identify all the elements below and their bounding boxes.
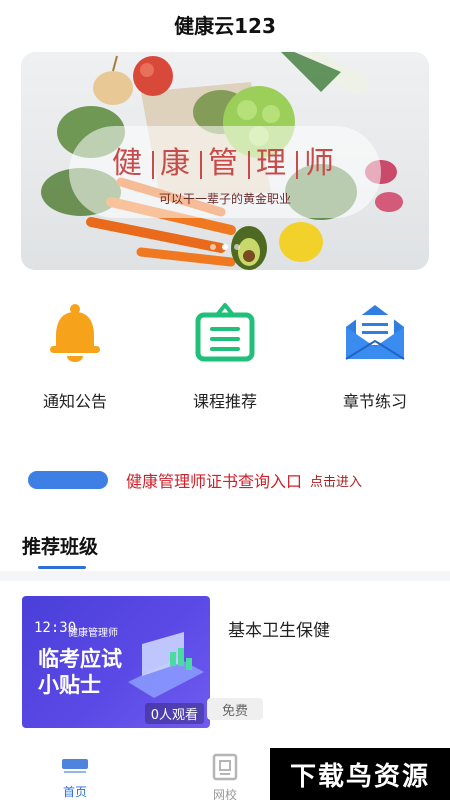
watermark-overlay: 下载鸟资源: [270, 748, 450, 800]
thumbnail-headline-2: 小贴士: [38, 673, 101, 697]
laptop-illustration-icon: [128, 632, 204, 698]
banner-subtitle: 可以干一辈子的黄金职业: [158, 191, 291, 206]
school-icon: [212, 753, 238, 781]
section-underline: [38, 566, 86, 569]
quick-label-practice: 章节练习: [342, 392, 407, 411]
banner-title: 健康管理师: [112, 145, 338, 181]
quick-item-practice[interactable]: 章节练习: [300, 300, 450, 420]
carousel-dot-active[interactable]: [222, 244, 228, 250]
envelope-icon: [343, 300, 407, 364]
cert-query-entry[interactable]: 健康管理师证书查询入口 点击进入: [28, 462, 428, 498]
thumbnail-brand: 健康管理师: [68, 628, 118, 639]
banner-carousel[interactable]: 健康管理师 可以干一辈子的黄金职业: [21, 52, 429, 270]
course-thumbnail[interactable]: 12:30 健康管理师 临考应试 小贴士 0人观看: [22, 596, 210, 728]
quick-item-notices[interactable]: 通知公告: [0, 300, 150, 420]
carousel-dot[interactable]: [210, 244, 216, 250]
tab-label-home: 首页: [62, 785, 87, 799]
carousel-indicator: [210, 244, 240, 250]
carousel-dot[interactable]: [234, 244, 240, 250]
banner-caption: 健康管理师 可以干一辈子的黄金职业: [69, 126, 381, 218]
home-logo-icon: [60, 754, 90, 777]
price-badge: 免费: [207, 698, 263, 720]
watermark-text: 下载鸟资源: [289, 761, 430, 792]
clipboard-icon: [193, 300, 257, 364]
cert-query-text: 健康管理师证书查询入口: [126, 472, 303, 491]
app-header: 健康云123: [0, 0, 450, 48]
section-divider: [0, 571, 450, 581]
view-count: 0人观看: [144, 703, 204, 724]
section-title: 推荐班级: [22, 536, 99, 558]
cert-enter-link[interactable]: 点击进入: [310, 471, 362, 490]
bell-icon: [43, 300, 107, 364]
quick-label-courses: 课程推荐: [192, 392, 257, 411]
tab-home[interactable]: 首页: [0, 740, 150, 800]
quick-label-notices: 通知公告: [42, 392, 107, 411]
cert-pill-decoration: [28, 471, 108, 489]
app-title: 健康云123: [174, 13, 276, 38]
thumbnail-headline-1: 临考应试: [38, 647, 122, 671]
quick-actions: 通知公告 课程推荐 章节练习: [0, 300, 450, 420]
course-title[interactable]: 基本卫生保健: [228, 616, 432, 641]
quick-item-courses[interactable]: 课程推荐: [150, 300, 300, 420]
tab-label-school: 网校: [212, 788, 237, 800]
